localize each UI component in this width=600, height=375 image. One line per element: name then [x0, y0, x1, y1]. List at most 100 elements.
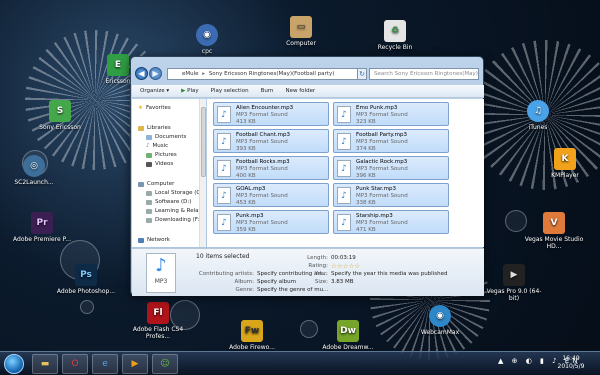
- file-size: 413 KB: [236, 119, 256, 125]
- file-tile[interactable]: ♪ Starship.mp3 MP3 Format Sound 471 KB: [333, 210, 449, 234]
- desktop-icon-itunes[interactable]: ♫ iTunes: [508, 100, 568, 131]
- file-name: Football Party.mp3: [356, 132, 407, 138]
- desktop-icon-premiere[interactable]: Pr Adobe Premiere P...: [12, 212, 72, 243]
- nav-documents[interactable]: Documents: [146, 134, 186, 140]
- file-type: MP3 Format Sound: [236, 139, 288, 145]
- file-name: Punk.mp3: [236, 213, 264, 219]
- file-type: MP3 Format Sound: [236, 220, 288, 226]
- nav-libraries[interactable]: Libraries: [138, 125, 171, 131]
- desktop-icon-sc2[interactable]: ◎ SC2Launch...: [4, 155, 64, 186]
- wallpaper-bubble: [80, 300, 94, 314]
- nav-drive-c[interactable]: Local Storage (C:): [146, 190, 204, 196]
- file-tile[interactable]: ♪ Football Chant.mp3 MP3 Format Sound 39…: [213, 129, 329, 153]
- album-value[interactable]: Specify album: [257, 279, 296, 285]
- nav-network[interactable]: Network: [138, 237, 170, 243]
- nav-videos[interactable]: Videos: [146, 161, 173, 167]
- search-input[interactable]: Search Sony Ericsson Ringtones(May)(Fo..…: [369, 68, 479, 80]
- breadcrumb-current-folder[interactable]: Sony Ericsson Ringtones(May)(Football pa…: [209, 71, 335, 77]
- vegas-movie-icon: V: [543, 212, 565, 234]
- file-size: 393 KB: [236, 146, 256, 152]
- nav-scrollbar[interactable]: [199, 99, 206, 247]
- taskbar-messenger[interactable]: ☺: [152, 354, 178, 374]
- breadcrumb-emule[interactable]: eMule: [182, 71, 199, 77]
- file-tile[interactable]: ♪ Punk Star.mp3 MP3 Format Sound 338 KB: [333, 183, 449, 207]
- clock[interactable]: 16:49 2010/5/9: [548, 355, 594, 371]
- kmplayer-icon: K: [554, 148, 576, 170]
- start-button[interactable]: [4, 354, 24, 374]
- desktop-icon-computer[interactable]: ▭ Computer: [271, 16, 331, 47]
- file-tile[interactable]: ♪ Football Party.mp3 MP3 Format Sound 37…: [333, 129, 449, 153]
- nav-drive-e[interactable]: Learning & Relax: [146, 208, 202, 214]
- mp3-file-icon: ♪: [217, 106, 231, 123]
- forward-button[interactable]: ▶: [149, 67, 162, 80]
- burn-button[interactable]: Burn: [261, 88, 274, 94]
- file-tile[interactable]: ♪ Emo Punk.mp3 MP3 Format Sound 323 KB: [333, 102, 449, 126]
- mp3-file-icon: ♪: [337, 106, 351, 123]
- wallpaper-bubble: [300, 320, 318, 338]
- file-name: Alien Encounter.mp3: [236, 105, 294, 111]
- recycle-bin-icon: ♻: [384, 20, 406, 42]
- desktop-icon-photoshop[interactable]: Ps Adobe Photoshop...: [56, 264, 116, 295]
- refresh-icon[interactable]: ↻: [357, 68, 367, 80]
- file-tile[interactable]: ♪ GOAL.mp3 MP3 Format Sound 453 KB: [213, 183, 329, 207]
- mp3-file-icon: ♪: [337, 214, 351, 231]
- taskbar-opera[interactable]: O: [62, 354, 88, 374]
- new-folder-button[interactable]: New folder: [286, 88, 316, 94]
- file-name: Galactic Rock.mp3: [356, 159, 408, 165]
- explorer-window: ◀ ▶ eMule ▸ Sony Ericsson Ringtones(May)…: [130, 56, 484, 296]
- nav-computer[interactable]: Computer: [138, 181, 174, 187]
- desktop-icon-webcammax[interactable]: ◉ WebcamMax: [410, 305, 470, 336]
- organize-button[interactable]: Organize ▾: [140, 88, 169, 94]
- nav-pictures[interactable]: Pictures: [146, 152, 177, 158]
- desktop-icon-vegas-pro[interactable]: ▶ Vegas Pro 9.0 (64-bit): [484, 264, 544, 302]
- command-bar: Organize ▾ ▶ Play Play selection Burn Ne…: [132, 85, 484, 98]
- sony-ericsson-icon: S: [49, 100, 71, 122]
- year-value[interactable]: Specify the year this media was publishe…: [331, 271, 447, 277]
- file-size: 453 KB: [236, 200, 256, 206]
- flash-icon: Fl: [147, 302, 169, 324]
- pictures-icon: [146, 152, 152, 158]
- address-bar: ◀ ▶ eMule ▸ Sony Ericsson Ringtones(May)…: [131, 66, 483, 82]
- file-tile[interactable]: ♪ Alien Encounter.mp3 MP3 Format Sound 4…: [213, 102, 329, 126]
- desktop-icon-flash[interactable]: Fl Adobe Flash CS4 Profes...: [128, 302, 188, 340]
- nav-favorites[interactable]: ★ Favorites: [138, 105, 171, 111]
- star-icon: ★: [138, 105, 143, 111]
- desktop-icon-dreamweaver[interactable]: Dw Adobe Dreamw...: [318, 320, 378, 351]
- file-name: Punk Star.mp3: [356, 186, 396, 192]
- desktop-icon-recycle-bin[interactable]: ♻ Recycle Bin: [365, 20, 425, 51]
- file-name: Starship.mp3: [356, 213, 393, 219]
- file-type: MP3 Format Sound: [356, 166, 408, 172]
- address-field[interactable]: eMule ▸ Sony Ericsson Ringtones(May)(Foo…: [167, 68, 365, 80]
- file-tile[interactable]: ♪ Punk.mp3 MP3 Format Sound 359 KB: [213, 210, 329, 234]
- desktop-icon-sony-ericsson[interactable]: S Sony Ericsson: [30, 100, 90, 131]
- file-name: Football Chant.mp3: [236, 132, 290, 138]
- play-button[interactable]: ▶ Play: [181, 88, 198, 94]
- breadcrumb-separator: ▸: [202, 71, 206, 77]
- taskbar-ie[interactable]: e: [92, 354, 118, 374]
- nav-music[interactable]: ♪ Music: [146, 143, 168, 149]
- taskbar-explorer[interactable]: ▬: [32, 354, 58, 374]
- desktop-icon-cpc[interactable]: ◉ cpc: [177, 24, 237, 55]
- desktop-icon-kmplayer[interactable]: K KMPlayer: [535, 148, 595, 179]
- music-icon: ♪: [146, 143, 150, 149]
- drive-icon: [146, 199, 152, 205]
- play-selection-button[interactable]: Play selection: [211, 88, 249, 94]
- nav-drive-d[interactable]: Software (D:): [146, 199, 191, 205]
- desktop-icon-vegas-movie[interactable]: V Vegas Movie Studio HD...: [524, 212, 584, 250]
- file-size: 374 KB: [356, 146, 376, 152]
- year-label: Year:: [314, 271, 328, 277]
- file-size: 359 KB: [236, 227, 256, 233]
- desktop-icon-fireworks[interactable]: Fw Adobe Firewo...: [222, 320, 282, 351]
- videos-icon: [146, 161, 152, 167]
- scrollbar-thumb[interactable]: [201, 107, 206, 177]
- file-size: 400 KB: [236, 173, 256, 179]
- genre-value[interactable]: Specify the genre of mu...: [257, 287, 328, 293]
- rating-stars[interactable]: ☆☆☆☆☆: [331, 262, 360, 270]
- taskbar-media-player[interactable]: ▶: [122, 354, 148, 374]
- mp3-thumbnail-icon: ♪ MP3: [146, 253, 176, 293]
- length-value: 00:03:19: [331, 255, 356, 261]
- file-tile[interactable]: ♪ Galactic Rock.mp3 MP3 Format Sound 396…: [333, 156, 449, 180]
- file-tile[interactable]: ♪ Football Rocks.mp3 MP3 Format Sound 40…: [213, 156, 329, 180]
- nav-drive-f[interactable]: Downloading (F:): [146, 217, 201, 223]
- back-button[interactable]: ◀: [135, 67, 148, 80]
